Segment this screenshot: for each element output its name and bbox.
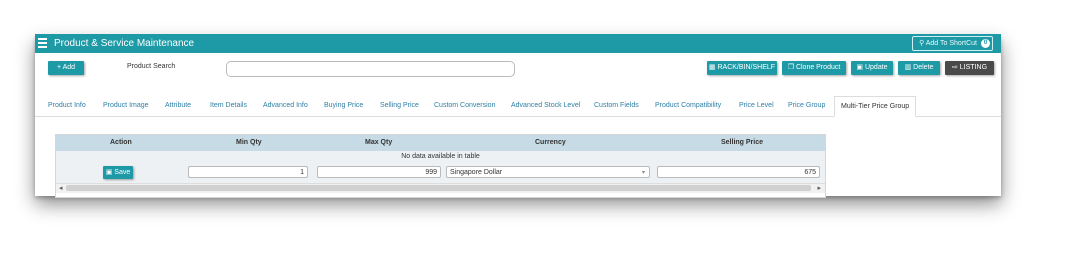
tab-product-image[interactable]: Product Image bbox=[103, 102, 149, 109]
tab-selling-price[interactable]: Selling Price bbox=[380, 102, 419, 109]
price-tier-table: Action Min Qty Max Qty Currency Selling … bbox=[55, 134, 826, 198]
save-icon: ▣ bbox=[856, 64, 865, 71]
header-max-qty[interactable]: Max Qty bbox=[365, 139, 392, 146]
add-to-shortcut-button[interactable]: ⚲ Add To ShortCut 0 bbox=[912, 36, 993, 51]
tab-custom-fields[interactable]: Custom Fields bbox=[594, 102, 639, 109]
save-icon: ▣ bbox=[105, 169, 115, 176]
tab-advanced-info[interactable]: Advanced Info bbox=[263, 102, 308, 109]
clone-icon: ❐ bbox=[787, 64, 796, 71]
trash-icon: ▥ bbox=[904, 64, 914, 71]
menu-icon[interactable] bbox=[38, 38, 47, 49]
app-title: Product & Service Maintenance bbox=[54, 38, 195, 49]
tab-product-compatibility[interactable]: Product Compatibility bbox=[655, 102, 721, 109]
tab-price-level[interactable]: Price Level bbox=[739, 102, 774, 109]
listing-button[interactable]: ⇨ LISTING bbox=[945, 61, 994, 75]
tab-price-group[interactable]: Price Group bbox=[788, 102, 825, 109]
tab-attribute[interactable]: Attribute bbox=[165, 102, 191, 109]
update-button[interactable]: ▣ Update bbox=[851, 61, 893, 75]
clone-label: Clone Product bbox=[795, 64, 841, 71]
add-button[interactable]: + Add bbox=[48, 61, 84, 75]
tab-buying-price[interactable]: Buying Price bbox=[324, 102, 363, 109]
tab-product-info[interactable]: Product Info bbox=[48, 102, 86, 109]
save-button[interactable]: ▣ Save bbox=[103, 166, 133, 179]
table-header: Action Min Qty Max Qty Currency Selling … bbox=[56, 135, 825, 151]
header-currency[interactable]: Currency bbox=[535, 139, 566, 146]
tab-custom-conversion[interactable]: Custom Conversion bbox=[434, 102, 495, 109]
tab-multi-tier-price-group[interactable]: Multi-Tier Price Group bbox=[834, 96, 917, 117]
header-action[interactable]: Action bbox=[110, 139, 132, 146]
scroll-left-icon[interactable]: ◂ bbox=[59, 184, 63, 193]
tab-advanced-stock-level[interactable]: Advanced Stock Level bbox=[511, 102, 580, 109]
header-selling-price[interactable]: Selling Price bbox=[721, 139, 763, 146]
empty-table-message: No data available in table bbox=[401, 153, 480, 160]
delete-button[interactable]: ▥ Delete bbox=[898, 61, 940, 75]
scroll-right-icon[interactable]: ▸ bbox=[817, 184, 821, 193]
min-qty-input[interactable]: 1 bbox=[188, 166, 308, 178]
delete-label: Delete bbox=[913, 64, 934, 71]
shortcut-label: Add To ShortCut bbox=[925, 40, 977, 47]
product-search-label: Product Search bbox=[127, 63, 176, 70]
save-label: Save bbox=[114, 169, 131, 176]
tab-item-details[interactable]: Item Details bbox=[210, 102, 247, 109]
currency-value: Singapore Dollar bbox=[450, 169, 503, 176]
shortcut-count-badge: 0 bbox=[981, 39, 990, 48]
listing-icon: ⇨ bbox=[951, 64, 960, 71]
scroll-thumb[interactable] bbox=[66, 185, 811, 191]
currency-select[interactable]: Singapore Dollar ▾ bbox=[446, 166, 650, 178]
rack-label: RACK/BIN/SHELF bbox=[717, 64, 776, 71]
horizontal-scrollbar[interactable]: ◂ ▸ bbox=[56, 183, 825, 193]
header-min-qty[interactable]: Min Qty bbox=[236, 139, 262, 146]
tab-bar: Product Info Product Image Attribute Ite… bbox=[35, 96, 1001, 117]
dropdown-caret-icon: ▾ bbox=[641, 170, 645, 176]
shortcut-icon: ⚲ bbox=[919, 40, 926, 47]
update-label: Update bbox=[864, 64, 888, 71]
rack-bin-shelf-button[interactable]: ▦ RACK/BIN/SHELF bbox=[707, 61, 777, 75]
selling-price-input[interactable]: 675 bbox=[657, 166, 820, 178]
title-bar: Product & Service Maintenance ⚲ Add To S… bbox=[35, 34, 1001, 53]
clone-product-button[interactable]: ❐ Clone Product bbox=[782, 61, 846, 75]
listing-label: LISTING bbox=[959, 64, 988, 71]
product-search-input[interactable] bbox=[226, 61, 515, 77]
max-qty-input[interactable]: 999 bbox=[317, 166, 441, 178]
